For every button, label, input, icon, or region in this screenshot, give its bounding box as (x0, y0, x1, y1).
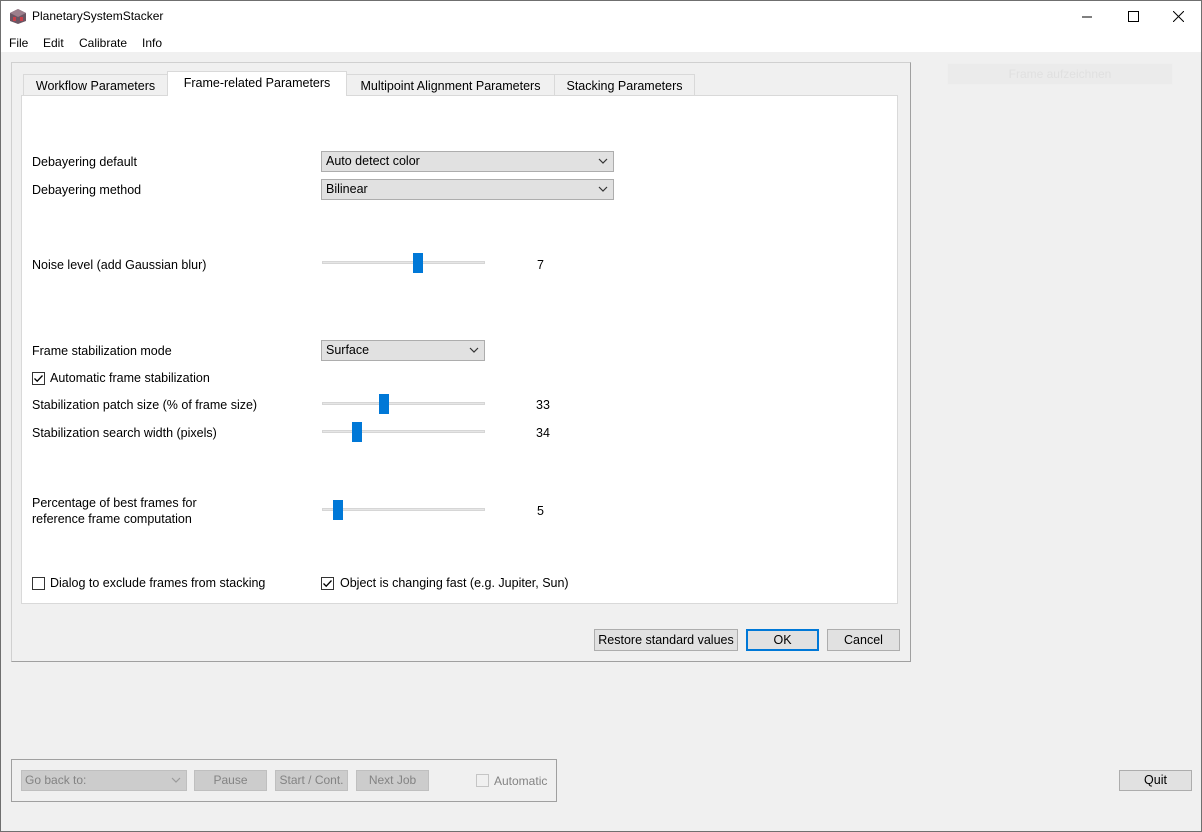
slider-track (322, 261, 485, 264)
checkmark-icon (34, 375, 43, 383)
go-back-combo[interactable]: Go back to: (21, 770, 187, 791)
best-frames-label-line2: reference frame computation (32, 512, 192, 526)
ok-button[interactable]: OK (746, 629, 819, 651)
auto-stabilization-label: Automatic frame stabilization (50, 371, 210, 385)
stabilization-mode-combo[interactable]: Surface (321, 340, 485, 361)
noise-level-slider[interactable] (322, 253, 485, 273)
tab-multipoint-alignment-parameters[interactable]: Multipoint Alignment Parameters (346, 74, 555, 96)
window-title: PlanetarySystemStacker (32, 9, 164, 23)
go-back-placeholder: Go back to: (25, 773, 87, 787)
chevron-down-icon (598, 158, 608, 164)
patch-size-label: Stabilization patch size (% of frame siz… (32, 398, 258, 412)
stabilization-mode-value: Surface (326, 343, 370, 357)
noise-level-label: Noise level (add Gaussian blur) (32, 258, 207, 272)
title-bar: PlanetarySystemStacker (1, 1, 1201, 32)
cancel-button[interactable]: Cancel (827, 629, 900, 651)
chevron-down-icon (469, 347, 479, 353)
checkmark-icon (323, 580, 332, 588)
chevron-down-icon (171, 777, 181, 783)
tab-frame-related-parameters[interactable]: Frame-related Parameters (167, 71, 347, 96)
slider-track (322, 430, 485, 433)
best-frames-value: 5 (537, 504, 544, 518)
menu-file[interactable]: File (9, 36, 28, 50)
slider-handle[interactable] (378, 394, 389, 414)
noise-level-value: 7 (537, 258, 544, 272)
debayering-default-value: Auto detect color (326, 154, 420, 168)
stabilization-mode-label: Frame stabilization mode (32, 344, 172, 358)
minimize-icon (1082, 16, 1092, 17)
close-button[interactable] (1155, 1, 1201, 32)
auto-stabilization-checkbox[interactable] (32, 372, 45, 385)
search-width-value: 34 (536, 426, 550, 440)
menu-calibrate[interactable]: Calibrate (79, 36, 127, 50)
maximize-icon (1127, 11, 1139, 22)
search-width-slider[interactable] (322, 422, 485, 442)
patch-size-slider[interactable] (322, 394, 485, 414)
patch-size-value: 33 (536, 398, 550, 412)
slider-handle[interactable] (333, 500, 344, 520)
best-frames-label-line1: Percentage of best frames for (32, 496, 197, 510)
changing-fast-checkbox[interactable] (321, 577, 334, 590)
maximize-button[interactable] (1110, 1, 1156, 32)
quit-button[interactable]: Quit (1119, 770, 1192, 791)
restore-defaults-button[interactable]: Restore standard values (594, 629, 738, 651)
tab-stacking-parameters[interactable]: Stacking Parameters (554, 74, 695, 96)
changing-fast-label: Object is changing fast (e.g. Jupiter, S… (340, 576, 569, 590)
best-frames-slider[interactable] (322, 500, 485, 520)
slider-track (322, 508, 485, 511)
debayering-default-label: Debayering default (32, 155, 137, 169)
debayering-method-combo[interactable]: Bilinear (321, 179, 614, 200)
start-continue-button[interactable]: Start / Cont. (275, 770, 348, 791)
main-window: PlanetarySystemStacker File Edit Calibra… (0, 0, 1202, 832)
pause-button[interactable]: Pause (194, 770, 267, 791)
menu-edit[interactable]: Edit (43, 36, 64, 50)
automatic-label: Automatic (494, 774, 548, 788)
menu-bar: File Edit Calibrate Info (1, 32, 1201, 52)
automatic-checkbox[interactable] (476, 774, 489, 787)
debayering-method-value: Bilinear (326, 182, 368, 196)
next-job-button[interactable]: Next Job (356, 770, 429, 791)
slider-handle[interactable] (413, 253, 424, 273)
debayering-default-combo[interactable]: Auto detect color (321, 151, 614, 172)
app-icon (10, 9, 26, 24)
search-width-label: Stabilization search width (pixels) (32, 426, 217, 440)
record-frames-button: Frame aufzeichnen (947, 63, 1173, 85)
minimize-button[interactable] (1064, 1, 1110, 32)
tab-workflow-parameters[interactable]: Workflow Parameters (23, 74, 168, 96)
close-icon (1172, 11, 1184, 22)
exclude-dialog-checkbox[interactable] (32, 577, 45, 590)
exclude-dialog-label: Dialog to exclude frames from stacking (50, 576, 266, 590)
chevron-down-icon (598, 186, 608, 192)
debayering-method-label: Debayering method (32, 183, 142, 197)
slider-track (322, 402, 485, 405)
slider-handle[interactable] (352, 422, 363, 442)
menu-info[interactable]: Info (142, 36, 162, 50)
